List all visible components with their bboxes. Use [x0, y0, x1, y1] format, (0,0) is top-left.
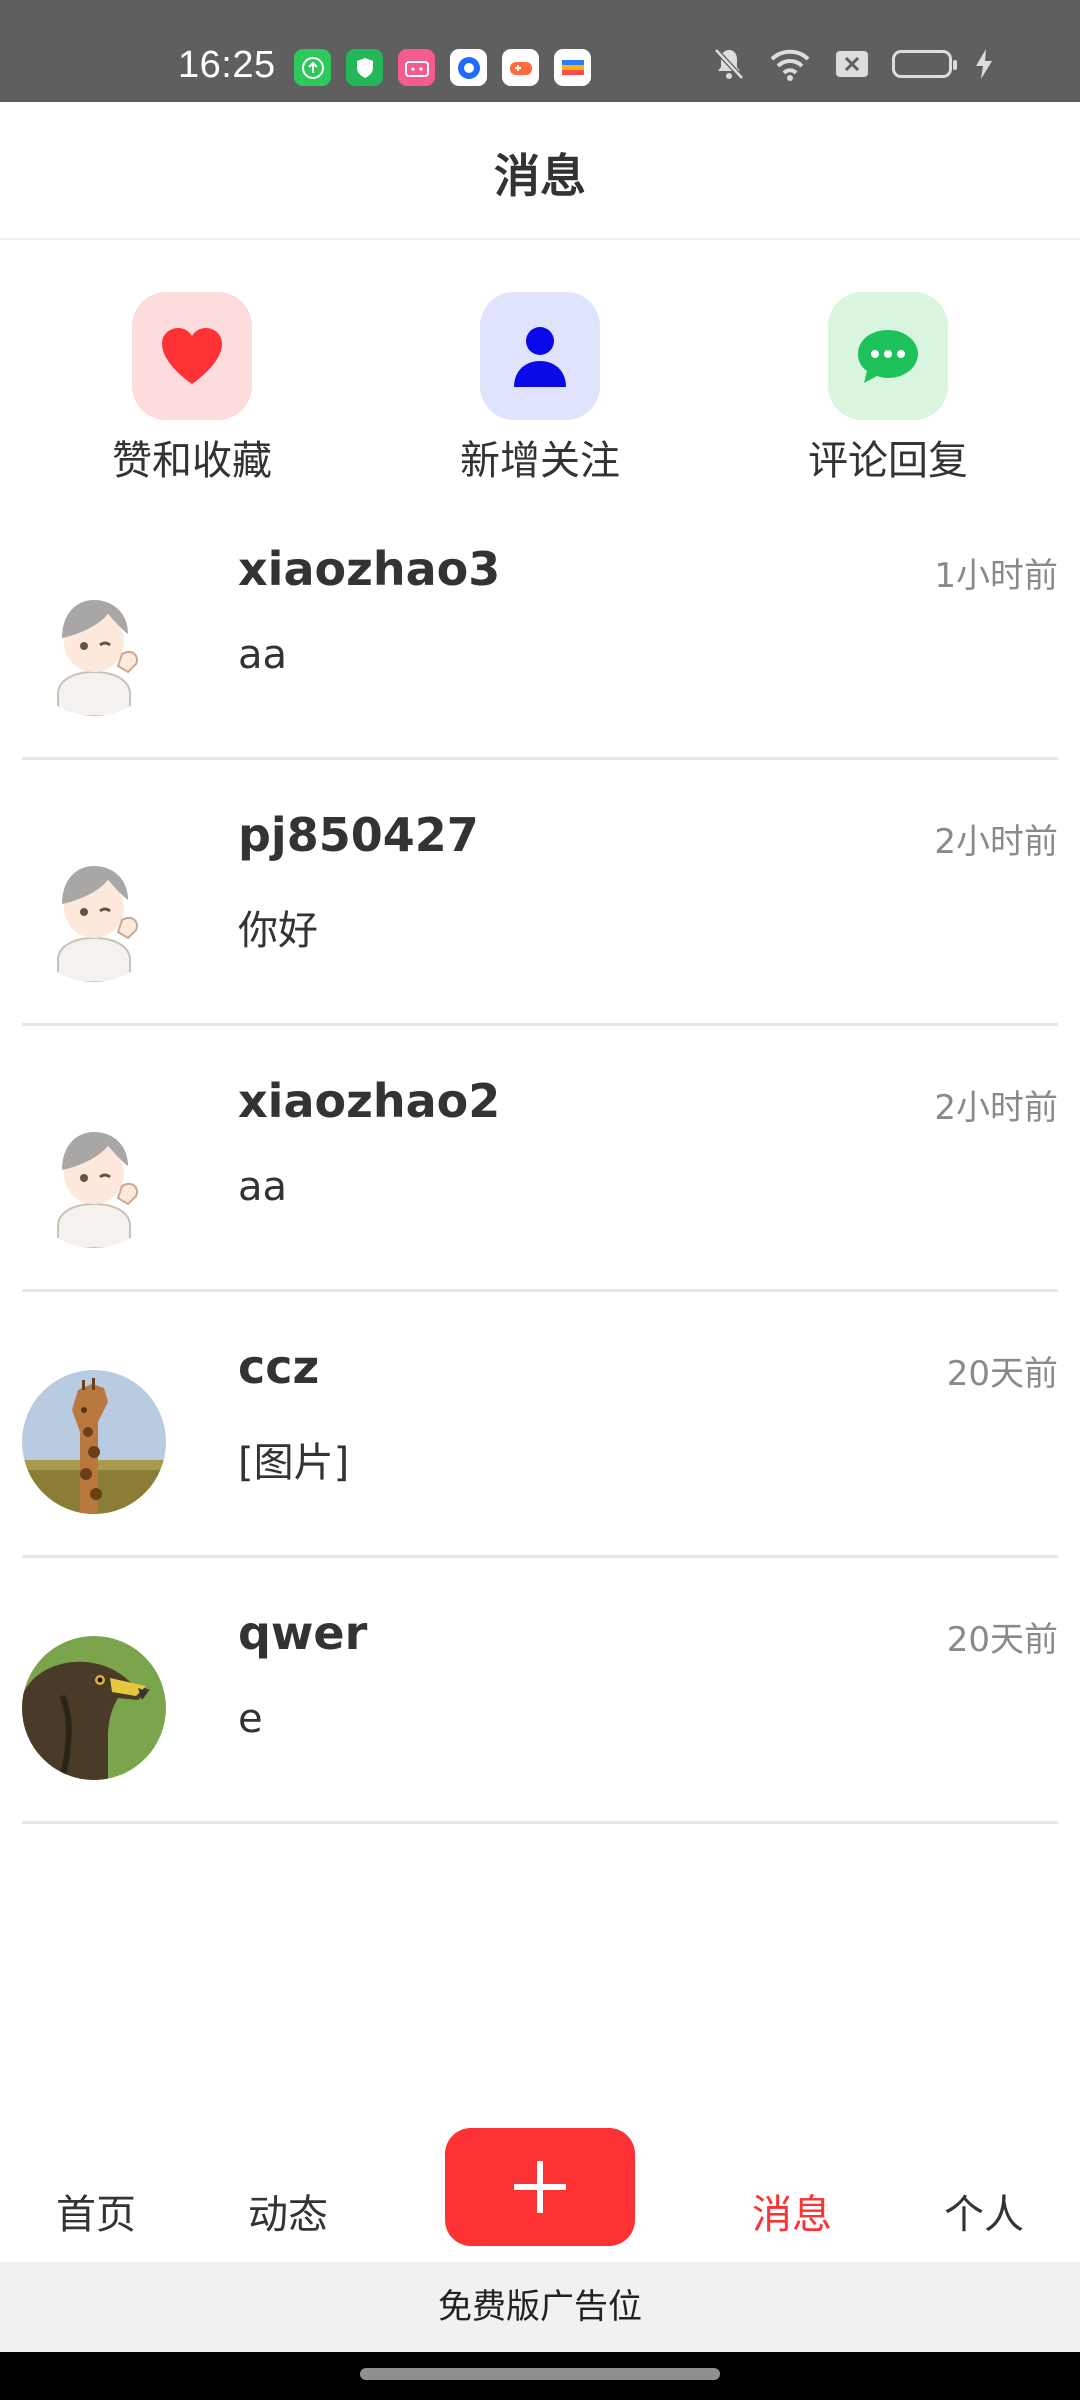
- bottom-nav: 首页 动态 消息 个人: [0, 2110, 1080, 2260]
- system-status-icons: [712, 46, 994, 82]
- message-item[interactable]: ccz 20天前 [图片]: [22, 1292, 1058, 1558]
- page-title: 消息: [494, 149, 586, 203]
- nav-feed[interactable]: 动态: [208, 2182, 368, 2240]
- gesture-bar: [0, 2352, 1080, 2400]
- message-item[interactable]: qwer 20天前 e: [22, 1558, 1058, 1824]
- quick-action-follows[interactable]: 新增关注: [420, 292, 660, 486]
- shield-icon: [346, 49, 383, 86]
- message-sender: qwer: [238, 1606, 368, 1660]
- quick-action-label: 新增关注: [460, 438, 620, 484]
- status-time: 16:25: [178, 44, 276, 86]
- nav-messages[interactable]: 消息: [712, 2182, 872, 2240]
- status-bar: 16:25: [0, 0, 1080, 102]
- quick-action-label: 评论回复: [808, 438, 968, 484]
- message-preview: [图片]: [238, 1440, 350, 1486]
- cartoon-avatar: [22, 572, 166, 716]
- quick-action-likes[interactable]: 赞和收藏: [72, 292, 312, 486]
- chat-icon: [858, 330, 918, 383]
- quick-action-label: 赞和收藏: [112, 438, 272, 484]
- plus-icon: [514, 2161, 566, 2213]
- message-preview: aa: [238, 1164, 288, 1210]
- message-sender: xiaozhao2: [238, 1074, 501, 1128]
- message-time: 20天前: [946, 1354, 1058, 1394]
- bilibili-icon: [398, 49, 435, 86]
- heart-icon: [162, 328, 222, 384]
- message-preview: aa: [238, 632, 288, 678]
- message-item[interactable]: xiaozhao3 1小时前 aa: [22, 494, 1058, 760]
- message-time: 20天前: [946, 1620, 1058, 1660]
- sim-icon: [836, 51, 868, 77]
- ad-banner[interactable]: 免费版广告位: [0, 2262, 1080, 2352]
- wifi-icon: [770, 49, 810, 81]
- message-preview: 你好: [238, 908, 318, 954]
- giraffe-photo: [22, 1370, 166, 1514]
- message-time: 2小时前: [934, 822, 1058, 862]
- message-preview: e: [238, 1696, 263, 1742]
- wallet-icon: [554, 49, 591, 86]
- message-item[interactable]: xiaozhao2 2小时前 aa: [22, 1026, 1058, 1292]
- nav-profile[interactable]: 个人: [904, 2182, 1064, 2240]
- home-indicator[interactable]: [360, 2368, 720, 2380]
- mute-icon: [714, 48, 744, 80]
- eagle-photo: [22, 1636, 166, 1780]
- cartoon-avatar: [22, 838, 166, 982]
- charging-icon: [976, 49, 992, 79]
- message-time: 1小时前: [934, 556, 1058, 596]
- game-icon: [502, 49, 539, 86]
- user-icon: [514, 327, 566, 387]
- likes-tile: [132, 292, 252, 420]
- page-header: 消息: [0, 102, 1080, 240]
- battery-icon: [892, 50, 957, 78]
- message-sender: xiaozhao3: [238, 542, 501, 596]
- message-time: 2小时前: [934, 1088, 1058, 1128]
- message-sender: ccz: [238, 1340, 320, 1394]
- notification-app-icons: [294, 49, 591, 86]
- message-sender: pj850427: [238, 808, 479, 862]
- quick-action-comments[interactable]: 评论回复: [768, 292, 1008, 486]
- follows-tile: [480, 292, 600, 420]
- upload-icon: [294, 49, 331, 86]
- comments-tile: [828, 292, 948, 420]
- nav-home[interactable]: 首页: [16, 2182, 176, 2240]
- cartoon-avatar: [22, 1104, 166, 1248]
- browser-icon: [450, 49, 487, 86]
- message-item[interactable]: pj850427 2小时前 你好: [22, 760, 1058, 1026]
- publish-button[interactable]: [445, 2128, 635, 2246]
